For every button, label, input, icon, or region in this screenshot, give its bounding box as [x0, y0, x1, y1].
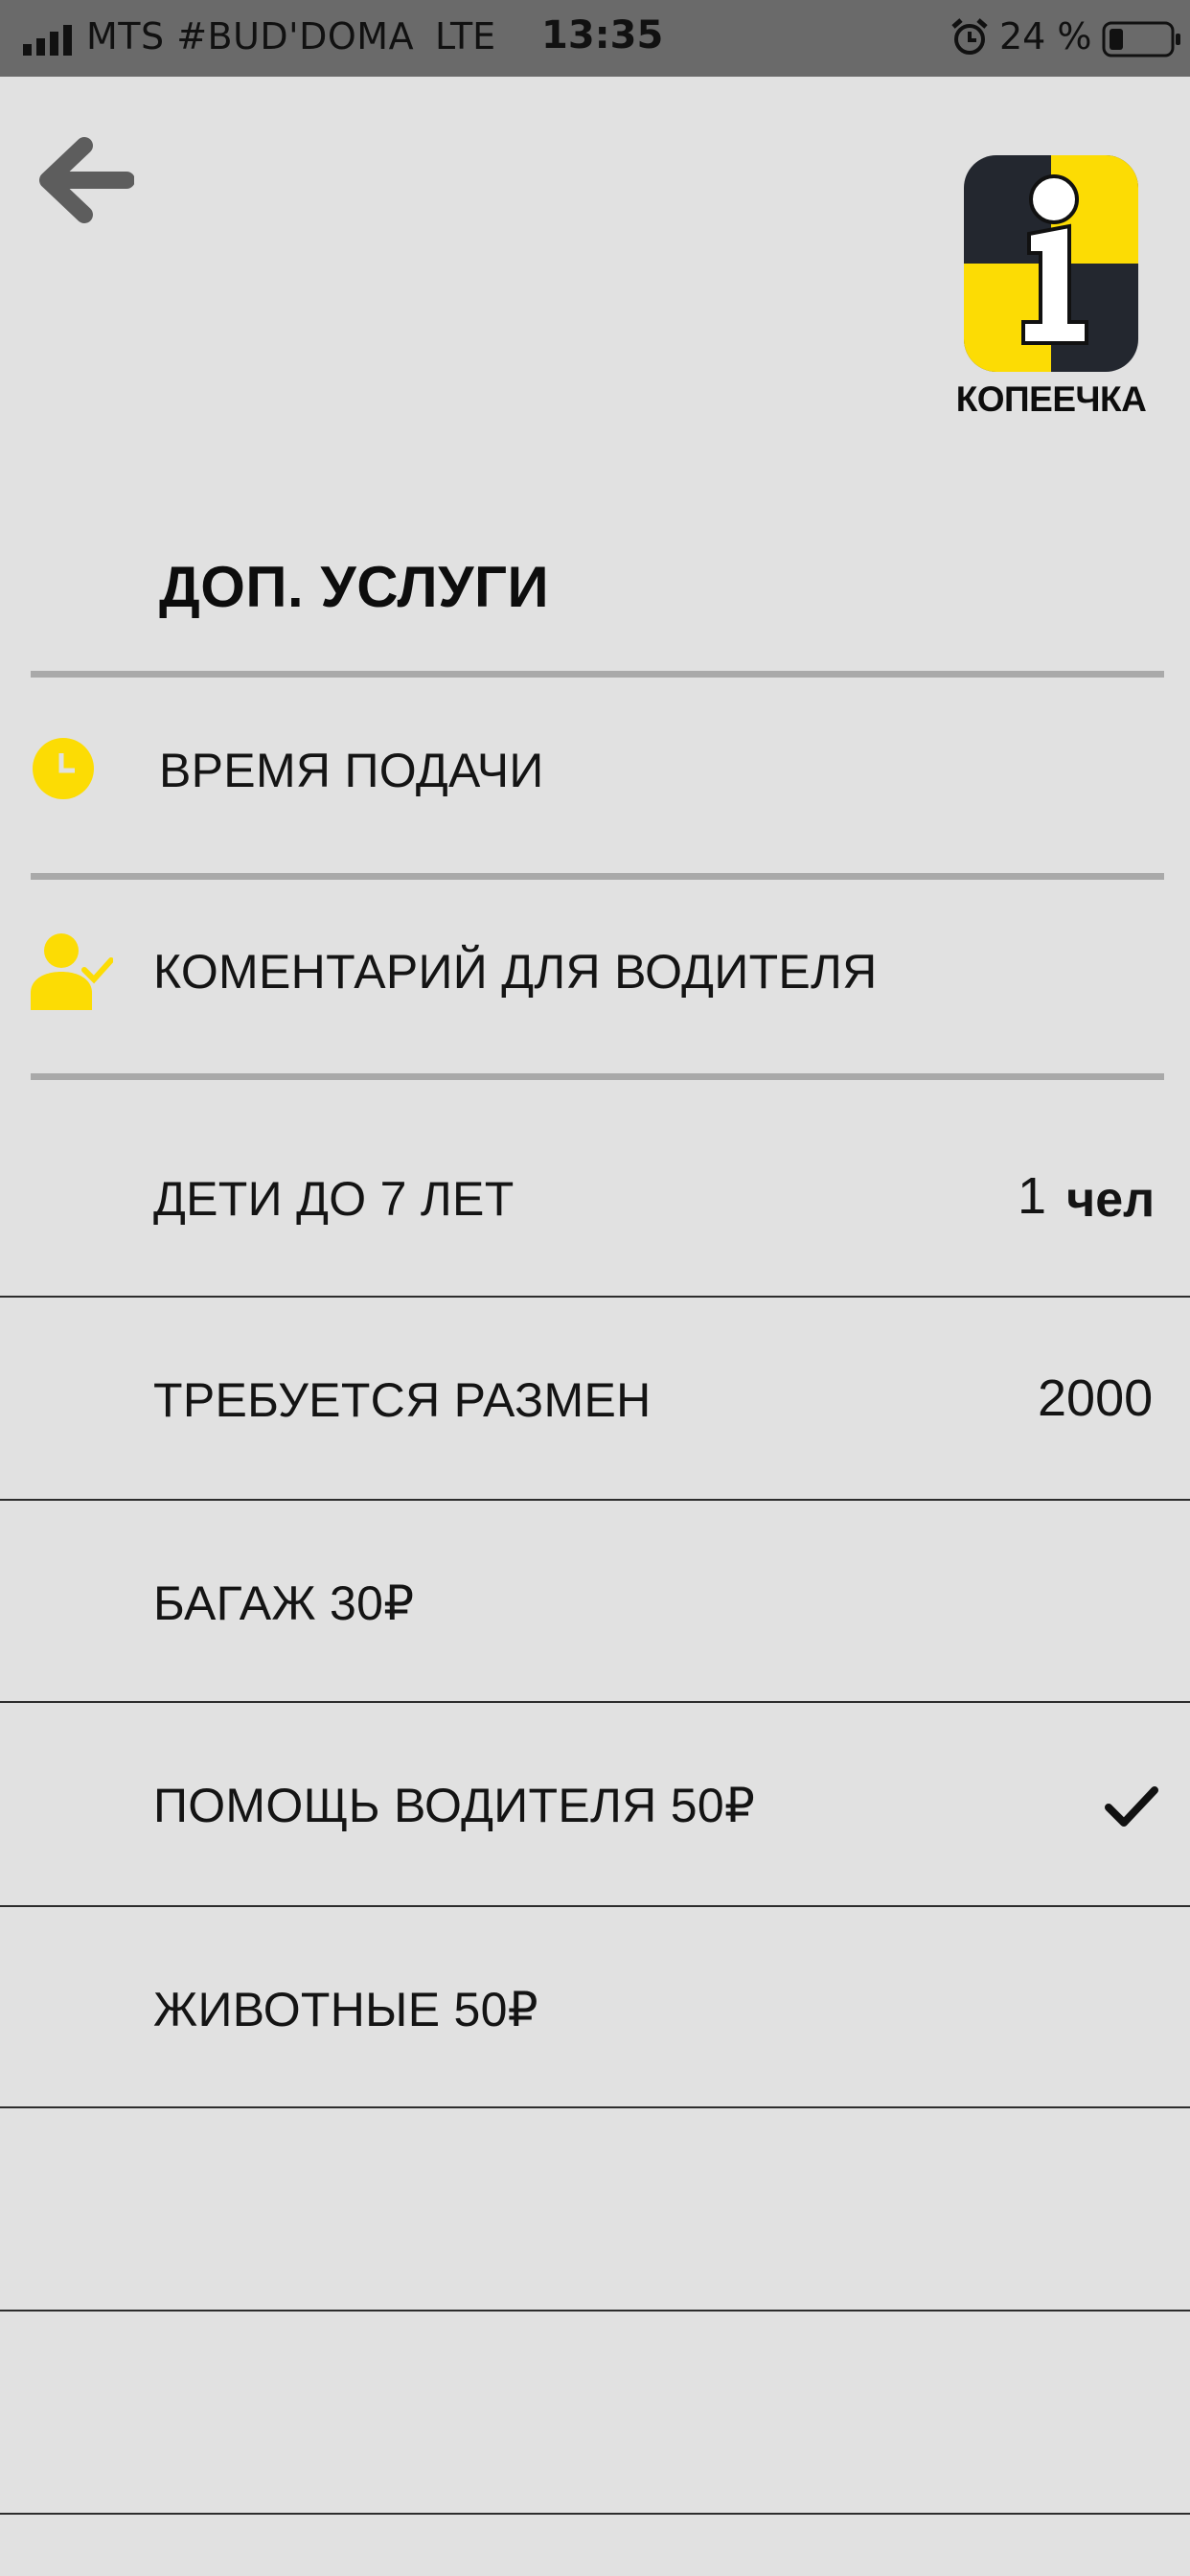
- divider: [0, 1905, 1190, 1907]
- user-check-icon: [31, 933, 113, 1010]
- driver-comment-label: КОМЕНТАРИЙ ДЛЯ ВОДИТЕЛЯ: [153, 945, 878, 999]
- kopeechka-logo: [964, 155, 1138, 372]
- clock-icon: [33, 738, 94, 799]
- carrier-name: MTS #BUD'DOMA: [86, 15, 415, 58]
- divider: [0, 1296, 1190, 1298]
- divider: [0, 1701, 1190, 1703]
- alarm-icon: [951, 18, 988, 55]
- divider: [0, 1499, 1190, 1501]
- signal-icon: [23, 25, 72, 56]
- option-label: БАГАЖ 30₽: [153, 1576, 415, 1630]
- status-bar: MTS #BUD'DOMA LTE 13:35 24 %: [0, 0, 1190, 77]
- option-label: ПОМОЩЬ ВОДИТЕЛЯ 50₽: [153, 1779, 756, 1832]
- divider: [31, 873, 1164, 880]
- divider: [0, 2310, 1190, 2312]
- children-unit: чел: [1066, 1172, 1156, 1228]
- status-time: 13:35: [541, 13, 664, 58]
- battery-percent: 24 %: [999, 15, 1092, 58]
- battery-icon: [1102, 21, 1180, 58]
- option-label: ТРЕБУЕТСЯ РАЗМЕН: [153, 1373, 652, 1427]
- divider: [0, 2513, 1190, 2515]
- option-label: ЖИВОТНЫЕ 50₽: [153, 1983, 538, 2036]
- logo-text: КОПЕЕЧКА: [955, 380, 1147, 419]
- network-type: LTE: [435, 15, 496, 58]
- divider: [0, 2106, 1190, 2108]
- children-count[interactable]: 1: [1018, 1166, 1046, 1226]
- divider: [31, 671, 1164, 678]
- pickup-time-label: ВРЕМЯ ПОДАЧИ: [159, 744, 544, 797]
- checkmark-icon: [1105, 1786, 1158, 1827]
- option-label: ДЕТИ ДО 7 ЛЕТ: [153, 1172, 515, 1226]
- divider: [31, 1073, 1164, 1080]
- page-title: ДОП. УСЛУГИ: [159, 555, 550, 619]
- change-amount[interactable]: 2000: [1038, 1368, 1153, 1428]
- arrow-left-icon[interactable]: [34, 134, 134, 226]
